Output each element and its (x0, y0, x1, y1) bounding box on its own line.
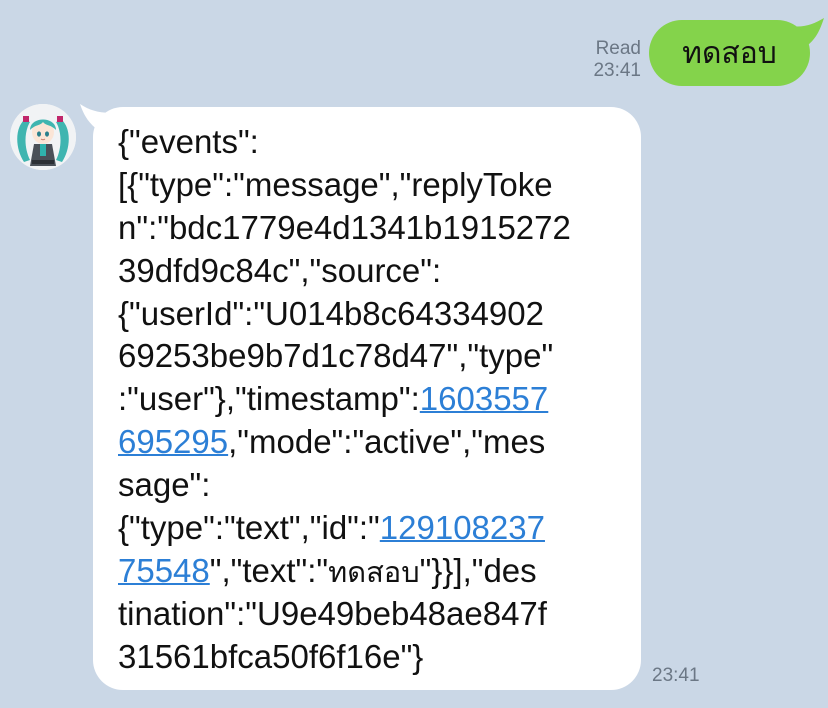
message-id-link-continued[interactable]: 75548 (118, 552, 210, 589)
outgoing-message-bubble[interactable]: ทดสอบ (649, 20, 810, 86)
sender-avatar[interactable] (10, 104, 76, 170)
incoming-message-bubble[interactable]: {"events": [{"type":"message","replyToke… (93, 107, 641, 690)
outgoing-message-time: 23:41 (593, 60, 641, 81)
outgoing-message-meta: Read 23:41 (593, 38, 641, 82)
timestamp-link[interactable]: 1603557 (420, 380, 548, 417)
timestamp-link-continued[interactable]: 695295 (118, 423, 228, 460)
message-line: n":"bdc1779e4d1341b1915272 (118, 208, 571, 246)
message-line: 69253be9b7d1c78d47","type" (118, 337, 554, 375)
message-line: sage": (118, 466, 211, 504)
message-line: {"userId":"U014b8c64334902 (118, 294, 544, 332)
message-line: 31561bfca50f6f16e"} (118, 637, 424, 675)
message-line: :"user"},"timestamp":1603557 (118, 380, 549, 418)
message-line: {"events": (118, 123, 259, 160)
outgoing-message-text: ทดสอบ (682, 35, 777, 71)
anime-character-avatar-icon (10, 104, 76, 170)
message-line: 75548","text":"ทดสอบ"}}],"des (118, 551, 537, 589)
chat-view: Read 23:41 ทดสอบ {"events": [{"type":"me… (0, 0, 828, 708)
message-line: tination":"U9e49beb48ae847f (118, 594, 547, 632)
message-line: [{"type":"message","replyToke (118, 165, 553, 203)
message-line: {"type":"text","id":"129108237 (118, 509, 545, 547)
message-line: 695295,"mode":"active","mes (118, 423, 546, 461)
read-status: Read (595, 38, 641, 59)
message-id-link[interactable]: 129108237 (380, 509, 545, 546)
message-line: 39dfd9c84c","source": (118, 251, 442, 289)
incoming-message-time: 23:41 (652, 665, 700, 686)
